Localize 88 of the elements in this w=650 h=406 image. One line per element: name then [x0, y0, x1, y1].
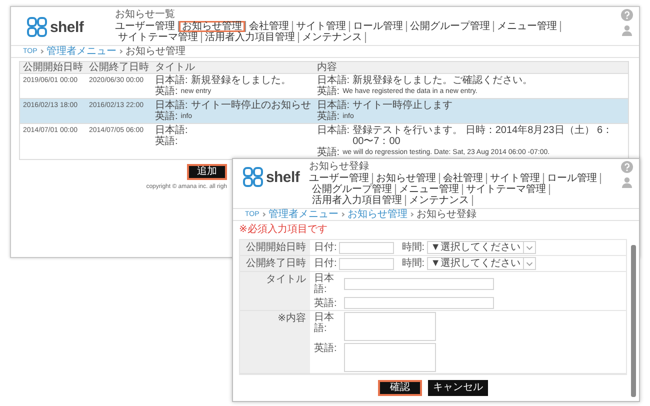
logo-icon: [27, 17, 47, 37]
language-label: 英語:: [155, 136, 178, 147]
scrollbar[interactable]: [631, 245, 636, 397]
text-area[interactable]: [344, 312, 436, 341]
chevron-right-icon: [410, 212, 414, 217]
language-label: 日本語:: [316, 75, 350, 86]
nav-link[interactable]: メンテナンス: [299, 32, 366, 43]
language-label: 日本語:: [155, 75, 188, 86]
brand-name: shelf: [50, 18, 84, 36]
nav-link[interactable]: 活用者入力項目管理: [202, 32, 299, 43]
nav-link[interactable]: メニュー管理: [494, 21, 561, 32]
form-label: ※内容: [240, 311, 310, 374]
chevron-right-icon: [40, 49, 44, 54]
breadcrumb-current: お知らせ管理: [125, 46, 186, 57]
nav-link[interactable]: ロール管理: [350, 21, 407, 32]
nav-link[interactable]: 会社管理: [246, 21, 293, 32]
language-label: 日本語:: [316, 100, 350, 111]
breadcrumb-link[interactable]: お知らせ管理: [347, 209, 408, 220]
field-label: 日付:: [314, 242, 337, 253]
chevron-right-icon: [340, 212, 345, 217]
nav-link[interactable]: 公開グループ管理: [309, 184, 396, 195]
field-label: 時間:: [402, 242, 425, 253]
language-label: 英語:: [316, 111, 340, 122]
cell-text: サイト一時停止します: [352, 100, 453, 111]
nav-link[interactable]: お知らせ管理: [179, 21, 246, 32]
language-label: 英語:: [316, 86, 340, 97]
nav-link[interactable]: メニュー管理: [396, 184, 463, 195]
nav-link[interactable]: ユーザー管理: [309, 173, 373, 184]
language-label: 英語:: [316, 147, 340, 158]
language-label: 英語:: [155, 111, 178, 122]
chevron-down-icon: [523, 242, 536, 253]
chevron-right-icon: [118, 49, 123, 54]
cell-text: 新規登録をしました。ご確認ください。: [352, 75, 533, 86]
nav-link[interactable]: サイトテーマ管理: [115, 32, 202, 43]
field-label: 日本語:: [314, 273, 335, 295]
field-label: 日本語:: [314, 312, 335, 334]
logo-icon: [243, 167, 263, 187]
text-field[interactable]: [344, 278, 494, 290]
cell-text: 新規登録をしました。: [190, 75, 291, 86]
nav-link[interactable]: お知らせ管理: [373, 173, 440, 184]
nav-link[interactable]: サイト管理: [293, 21, 350, 32]
column-header: 公開終了日時: [86, 62, 152, 74]
breadcrumb-link[interactable]: 管理者メニュー: [46, 46, 116, 57]
nav-link[interactable]: ユーザー管理: [115, 21, 179, 32]
column-header: 内容: [314, 62, 628, 74]
nav-link[interactable]: メンテナンス: [406, 195, 473, 206]
nav-link[interactable]: サイトテーマ管理: [463, 184, 550, 195]
date-field[interactable]: [338, 242, 394, 254]
text-area[interactable]: [344, 343, 436, 372]
cell-text: 登録テストを行います。 日時：2014年8月23日（土） 6：00〜7：00: [352, 125, 614, 147]
brand-name: shelf: [266, 168, 300, 186]
date-field[interactable]: [338, 258, 394, 270]
help-icon: [621, 161, 633, 173]
add-button[interactable]: 追加: [187, 164, 227, 180]
nav-link[interactable]: ロール管理: [544, 173, 601, 184]
cancel-button[interactable]: キャンセル: [428, 380, 488, 396]
time-select[interactable]: ▼選択してください: [426, 241, 536, 254]
nav-link[interactable]: サイト管理: [487, 173, 544, 184]
language-label: 日本語:: [155, 125, 188, 136]
breadcrumb-link[interactable]: 管理者メニュー: [268, 209, 338, 220]
breadcrumb-current: お知らせ登録: [416, 209, 476, 220]
form-label: 公開終了日時: [240, 256, 310, 272]
user-icon: [622, 25, 632, 36]
form-label: タイトル: [240, 272, 310, 311]
language-label: 英語:: [155, 86, 178, 97]
nav-link[interactable]: 会社管理: [440, 173, 487, 184]
chevron-down-icon: [523, 258, 536, 269]
required-note: ※必須入力項目です: [239, 224, 328, 235]
field-label: 日付:: [314, 258, 337, 269]
column-header: 公開開始日時: [20, 62, 86, 74]
text-field[interactable]: [344, 297, 494, 309]
language-label: 日本語:: [316, 125, 350, 138]
nav-link[interactable]: 活用者入力項目管理: [309, 195, 406, 206]
chevron-right-icon: [262, 212, 266, 217]
column-header: タイトル: [152, 62, 314, 74]
page-title: お知らせ登録: [309, 161, 370, 173]
language-label: 日本語:: [155, 100, 188, 111]
field-label: 英語:: [314, 343, 338, 354]
field-label: 時間:: [402, 258, 425, 269]
page-title: お知らせ一覧: [115, 9, 176, 21]
nav-link[interactable]: 公開グループ管理: [407, 21, 494, 32]
user-icon: [622, 177, 632, 188]
confirm-button[interactable]: 確認: [378, 380, 422, 396]
form-label: 公開開始日時: [240, 240, 310, 256]
help-icon: [621, 9, 633, 21]
field-label: 英語:: [314, 298, 338, 308]
time-select[interactable]: ▼選択してください: [426, 257, 536, 270]
cell-text: サイト一時停止のお知らせ: [190, 100, 311, 111]
